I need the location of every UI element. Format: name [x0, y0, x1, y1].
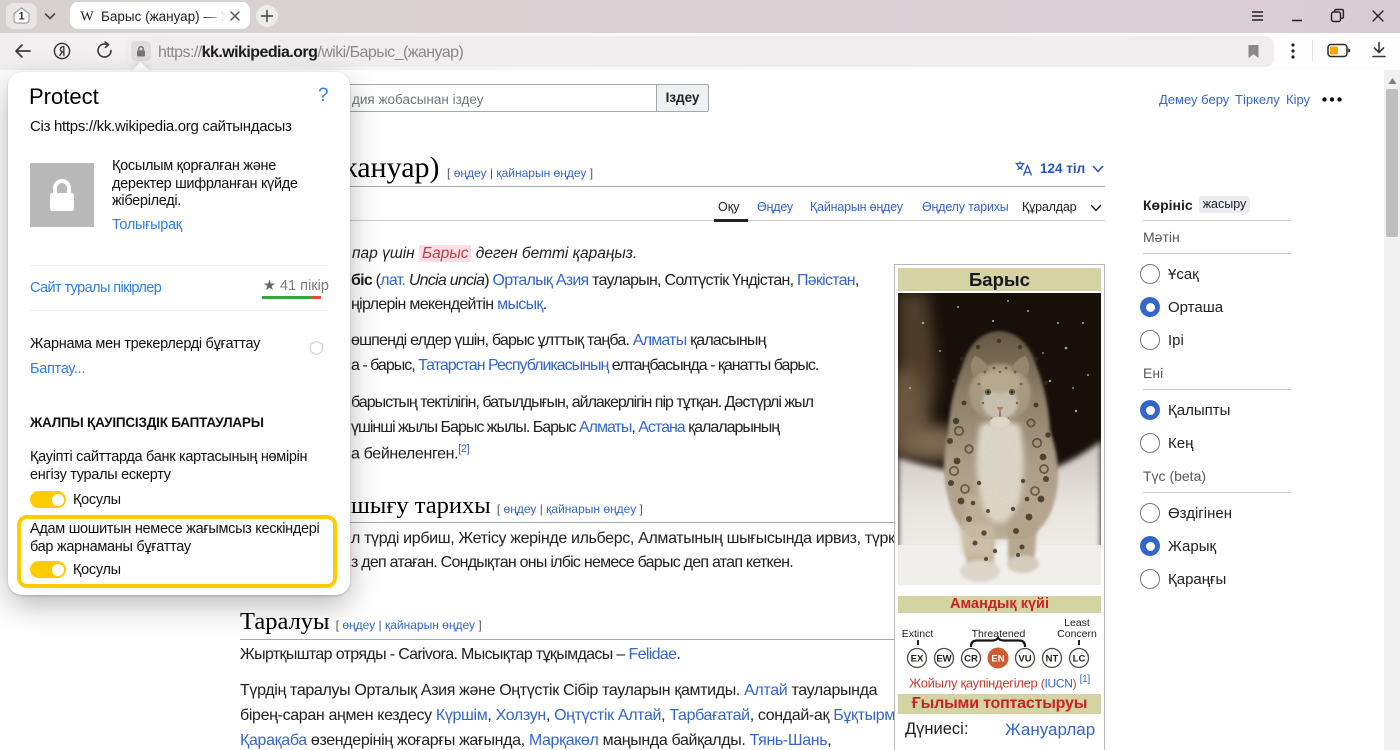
svg-text:EW: EW: [936, 654, 951, 665]
svg-text:LC: LC: [1073, 654, 1086, 665]
svg-text:W: W: [80, 10, 94, 24]
svg-text:EX: EX: [911, 654, 924, 665]
svg-text:EN: EN: [991, 654, 1004, 665]
svg-text:CR: CR: [964, 654, 978, 665]
svg-text:1: 1: [18, 11, 24, 23]
svg-text:VU: VU: [1018, 654, 1031, 665]
svg-text:NT: NT: [1046, 654, 1059, 665]
